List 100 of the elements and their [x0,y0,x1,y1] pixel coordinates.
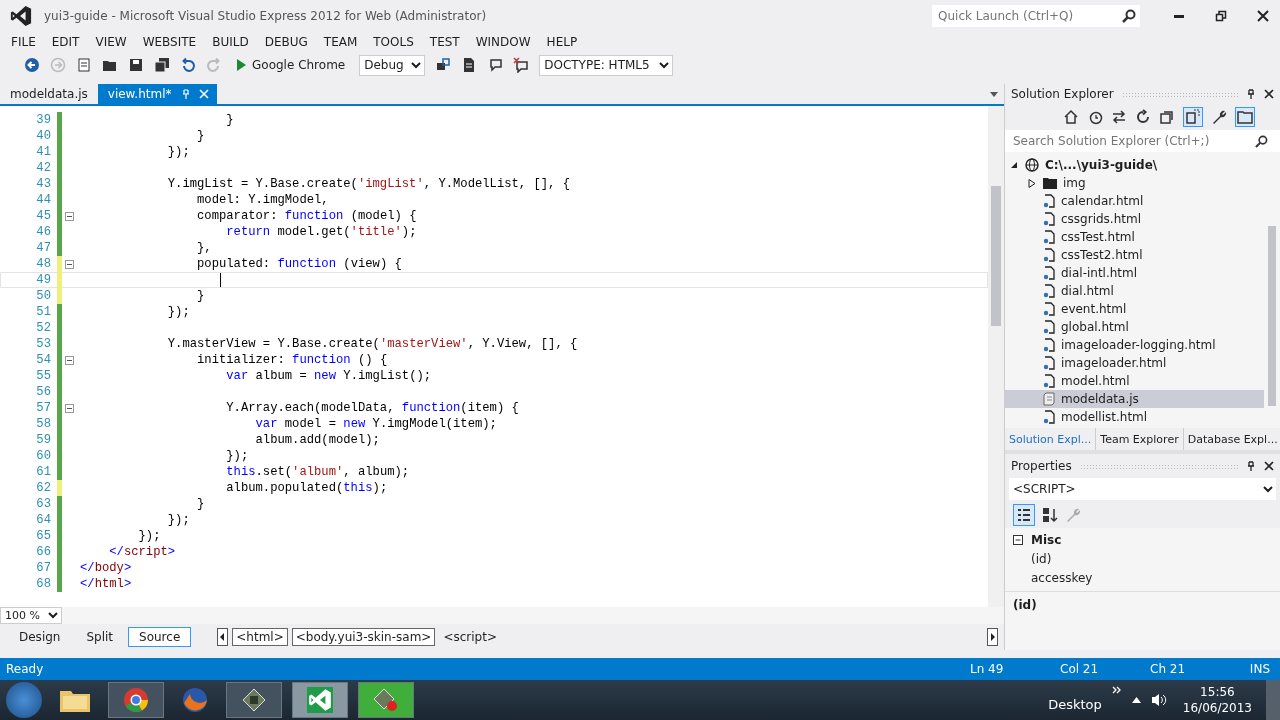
expanded-icon[interactable] [1010,161,1018,169]
menu-item[interactable]: DEBUG [256,35,316,49]
collapse-icon[interactable] [65,403,74,413]
close-tab-icon[interactable] [195,84,218,104]
configuration-dropdown[interactable]: Debug [359,54,426,76]
html-file-icon [1043,320,1055,334]
view-tab[interactable]: Source [128,627,192,647]
refresh-icon[interactable] [1135,109,1151,125]
run-button[interactable]: Google Chrome [232,58,350,72]
menu-item[interactable]: WINDOW [467,35,539,49]
breadcrumb-item[interactable]: <script> [439,628,501,646]
sync-icon[interactable] [1111,109,1127,125]
collapse-icon[interactable] [65,211,74,221]
breadcrumb-item[interactable]: <html> [232,628,288,646]
collapse-icon[interactable] [1013,534,1023,545]
menu-item[interactable]: BUILD [204,35,257,49]
clock-date[interactable]: 16/06/2013 [1182,701,1252,715]
clock-time[interactable]: 15:56 [1200,685,1235,699]
panel-tab[interactable]: Database Expl... [1183,428,1280,450]
comment-icon[interactable] [487,57,504,73]
tree-item[interactable]: calendar.html [1005,192,1264,210]
save-icon[interactable] [128,57,144,73]
line-number: 65 [35,529,52,543]
close-icon[interactable] [1264,461,1274,471]
object-dropdown[interactable]: <SCRIPT> [1009,478,1276,500]
close-icon[interactable] [1264,89,1274,99]
tree-item[interactable]: imageloader-logging.html [1005,336,1264,354]
pin-icon[interactable] [1246,460,1256,472]
menu-item[interactable]: TOOLS [365,35,422,49]
tree-item[interactable]: modeldata.js [1005,390,1264,408]
line-number: 64 [35,513,52,527]
scroll-left-icon[interactable] [217,628,229,646]
panel-tab[interactable]: Team Explorer [1096,428,1184,450]
tree-item[interactable]: modellist.html [1005,408,1264,426]
property-name[interactable]: accesskey [1013,568,1280,587]
dropdown-icon[interactable] [990,91,998,97]
speaker-icon[interactable] [1150,692,1167,708]
taskbar-button[interactable] [108,682,164,718]
breadcrumb-item[interactable]: <body.yui3-skin-sam> [291,628,436,646]
menu-item[interactable]: TEST [421,35,468,49]
sort-alphabetical-icon[interactable] [1041,506,1059,524]
line-number: 45 [35,209,52,223]
quick-launch-field[interactable]: Quick Launch (Ctrl+Q) [932,5,1140,27]
firefox-icon[interactable] [180,685,210,715]
doctype-dropdown[interactable]: DOCTYPE: HTML5 [539,54,674,76]
collapse-all-icon[interactable] [1159,109,1175,125]
line-number: 50 [35,289,52,303]
collapse-icon[interactable] [65,355,74,365]
tree-item[interactable]: cssgrids.html [1005,210,1264,228]
tree-item[interactable]: cssTest.html [1005,228,1264,246]
back-icon[interactable] [24,57,40,73]
tree-item[interactable]: model.html [1005,372,1264,390]
horizontal-scrollbar[interactable] [62,607,1004,624]
new-project-icon[interactable] [76,57,92,73]
tree-item[interactable]: dial.html [1005,282,1264,300]
tree-item[interactable]: dial-intl.html [1005,264,1264,282]
tree-item[interactable]: cssTest2.html [1005,246,1264,264]
show-more-icon[interactable] [1111,686,1122,694]
view-tab[interactable]: Split [75,627,125,647]
panel-tab[interactable]: Solution Expl... [1005,428,1097,450]
menu-item[interactable]: VIEW [87,35,135,49]
menu-item[interactable]: TEAM [315,35,366,49]
tree-item[interactable]: event.html [1005,300,1264,318]
taskbar-button[interactable] [226,682,282,718]
categorized-icon[interactable] [1013,504,1035,526]
document-tab[interactable]: view.html* [97,84,178,104]
collapsed-icon[interactable] [1028,178,1036,188]
collapse-icon[interactable] [65,259,74,269]
property-name[interactable]: (id) [1013,549,1280,568]
home-icon[interactable] [1063,109,1079,125]
pin-icon[interactable] [1246,88,1256,100]
browser-link-icon[interactable] [435,57,452,73]
save-all-icon[interactable] [154,57,170,73]
desktop-toolbar-label[interactable]: Desktop [1048,696,1102,712]
menu-item[interactable]: HELP [538,35,586,49]
undo-icon[interactable] [180,57,196,73]
vertical-scrollbar[interactable] [988,106,1004,607]
menu-item[interactable]: FILE [3,35,44,49]
uncomment-icon[interactable] [513,57,530,73]
tree-item[interactable]: global.html [1005,318,1264,336]
wrench-icon[interactable] [1211,109,1227,125]
preview-icon[interactable] [1235,107,1255,127]
play-icon [236,59,246,71]
start-button[interactable] [6,682,42,718]
search-field[interactable]: Search Solution Explorer (Ctrl+;) [1005,130,1280,152]
history-icon[interactable] [1087,109,1103,125]
document-tab[interactable]: modeldata.js [0,84,98,104]
scroll-right-icon[interactable] [987,628,998,646]
line-number: 44 [35,193,52,207]
tray-arrow-icon[interactable] [1131,697,1141,703]
menu-item[interactable]: EDIT [43,35,88,49]
code-line: }); [225,449,249,463]
tree-item[interactable]: imageloader.html [1005,354,1264,372]
zoom-dropdown[interactable]: 100 % [0,607,62,624]
taskbar-button[interactable] [292,682,348,718]
show-files-icon[interactable] [1183,107,1203,127]
menu-item[interactable]: WEBSITE [134,35,205,49]
tree-item[interactable]: img [1005,174,1264,192]
view-tab[interactable]: Design [8,627,72,647]
tree-item[interactable]: C:\...\yui3-guide\ [1005,156,1264,174]
